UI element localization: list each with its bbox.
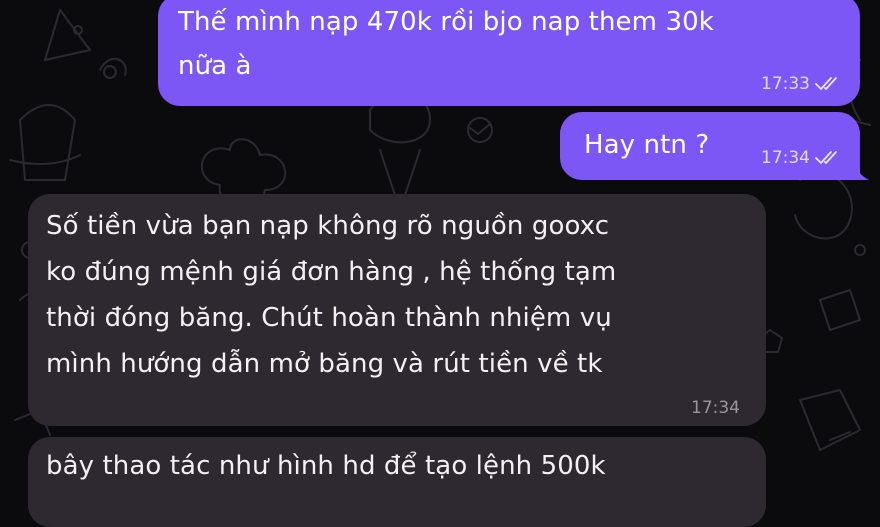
bubble-tail	[853, 160, 869, 180]
message-text-line: ko đúng mệnh giá đơn hàng , hệ thống tạm	[46, 257, 617, 287]
message-text-line: Thế mình nạp 470k rồi bjo nap them 30k	[178, 7, 714, 37]
incoming-message-bubble[interactable]: bây thao tác như hình hd để tạo lệnh 500…	[28, 437, 766, 527]
message-meta: 17:33	[761, 74, 840, 94]
outgoing-message-bubble[interactable]: Hay ntn ? 17:34	[560, 112, 860, 180]
message-time: 17:34	[691, 398, 740, 418]
message-text-line: mình hướng dẫn mở băng và rút tiền về tk	[46, 349, 603, 379]
message-text-line: bây thao tác như hình hd để tạo lệnh 500…	[46, 451, 606, 481]
outgoing-message-bubble[interactable]: Thế mình nạp 470k rồi bjo nap them 30k n…	[158, 0, 860, 106]
message-text-line: thời đóng băng. Chút hoàn thành nhiệm vụ	[46, 303, 612, 333]
incoming-message-bubble[interactable]: Số tiền vừa bạn nạp không rõ nguồn gooxc…	[28, 194, 766, 426]
message-text-line: nữa à	[178, 51, 252, 81]
message-text-line: Số tiền vừa bạn nạp không rõ nguồn gooxc	[46, 211, 610, 241]
message-meta: 17:34	[761, 148, 840, 168]
message-time: 17:33	[761, 74, 810, 94]
double-check-icon	[814, 151, 840, 165]
message-text-line: Hay ntn ?	[584, 130, 710, 160]
message-time: 17:34	[761, 148, 810, 168]
double-check-icon	[814, 77, 840, 91]
message-meta: 17:34	[691, 398, 740, 418]
